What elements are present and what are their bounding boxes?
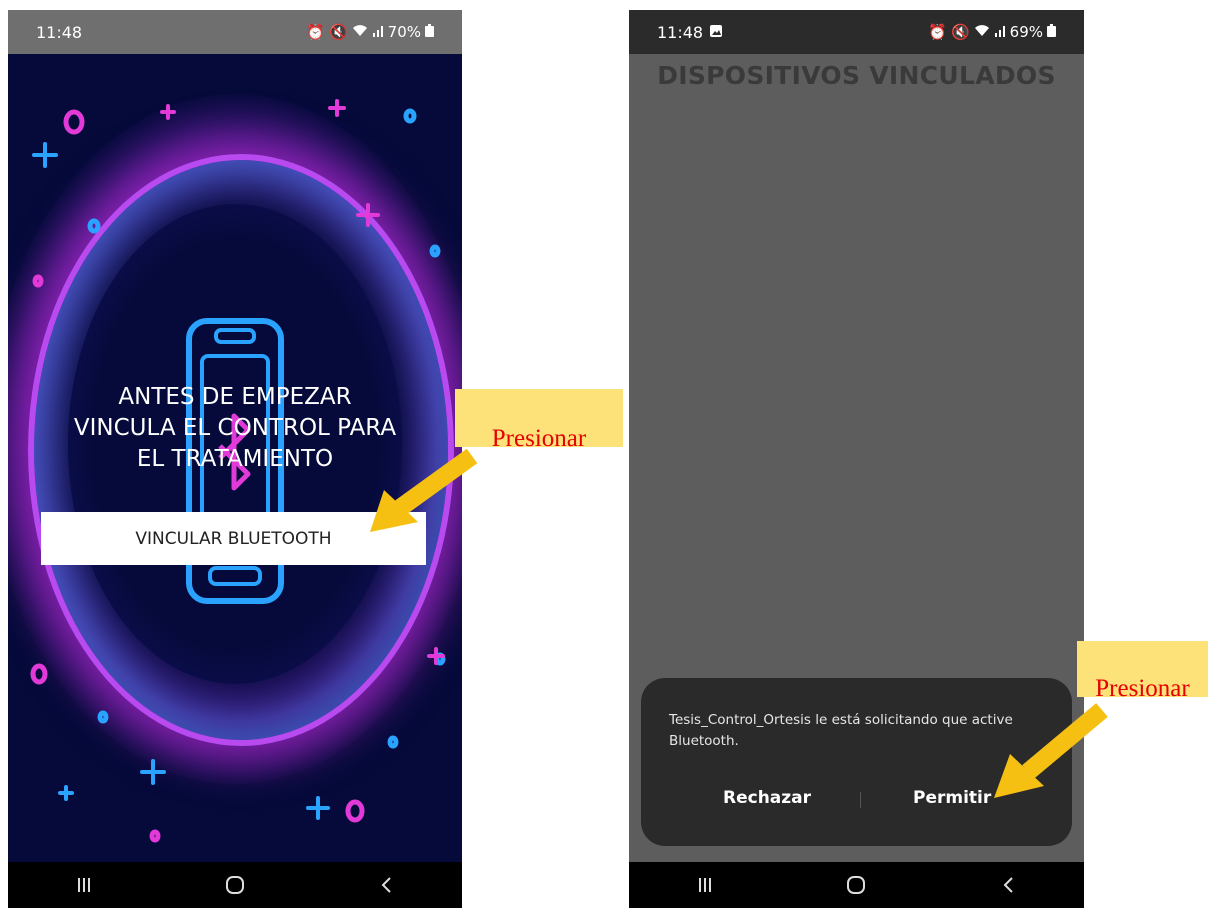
page-title: DISPOSITIVOS VINCULADOS	[657, 61, 1056, 90]
signal-icon	[994, 23, 1006, 41]
back-icon[interactable]	[356, 865, 416, 905]
dialog-divider	[860, 792, 861, 808]
home-icon[interactable]	[826, 865, 886, 905]
intro-line-2: VINCULA EL CONTROL PARA	[73, 415, 397, 441]
callout-presionar-2: Presionar	[1077, 641, 1208, 697]
intro-line-1: ANTES DE EMPEZAR	[118, 384, 352, 410]
battery-icon	[425, 23, 434, 41]
wifi-icon	[352, 23, 368, 41]
recents-icon[interactable]	[54, 865, 114, 905]
home-icon[interactable]	[205, 865, 265, 905]
recents-icon[interactable]	[675, 865, 735, 905]
mute-icon: 🔇	[328, 23, 348, 41]
allow-button[interactable]: Permitir	[913, 788, 991, 808]
battery-percent: 70%	[387, 23, 421, 41]
alarm-icon: ⏰	[306, 23, 325, 41]
status-bar: 11:48 ⏰ 🔇 69%	[629, 10, 1084, 54]
mute-icon: 🔇	[950, 23, 970, 41]
battery-percent: 69%	[1009, 23, 1043, 41]
callout-presionar-1: Presionar	[455, 389, 623, 447]
annotation-arrow-1	[370, 448, 478, 532]
callout-text: Presionar	[1095, 675, 1190, 697]
status-bar: 11:48 ⏰ 🔇 70%	[8, 10, 462, 54]
battery-icon	[1047, 23, 1056, 41]
alarm-icon: ⏰	[928, 23, 947, 41]
status-time: 11:48	[36, 22, 83, 42]
back-icon[interactable]	[978, 865, 1038, 905]
navigation-bar	[629, 862, 1084, 908]
gallery-icon	[709, 23, 723, 42]
signal-icon	[372, 23, 384, 41]
callout-text: Presionar	[491, 425, 587, 447]
navigation-bar	[8, 862, 462, 908]
reject-button[interactable]: Rechazar	[723, 788, 811, 808]
status-time: 11:48	[657, 22, 704, 42]
annotation-arrow-2	[994, 703, 1108, 798]
wifi-icon	[974, 23, 990, 41]
